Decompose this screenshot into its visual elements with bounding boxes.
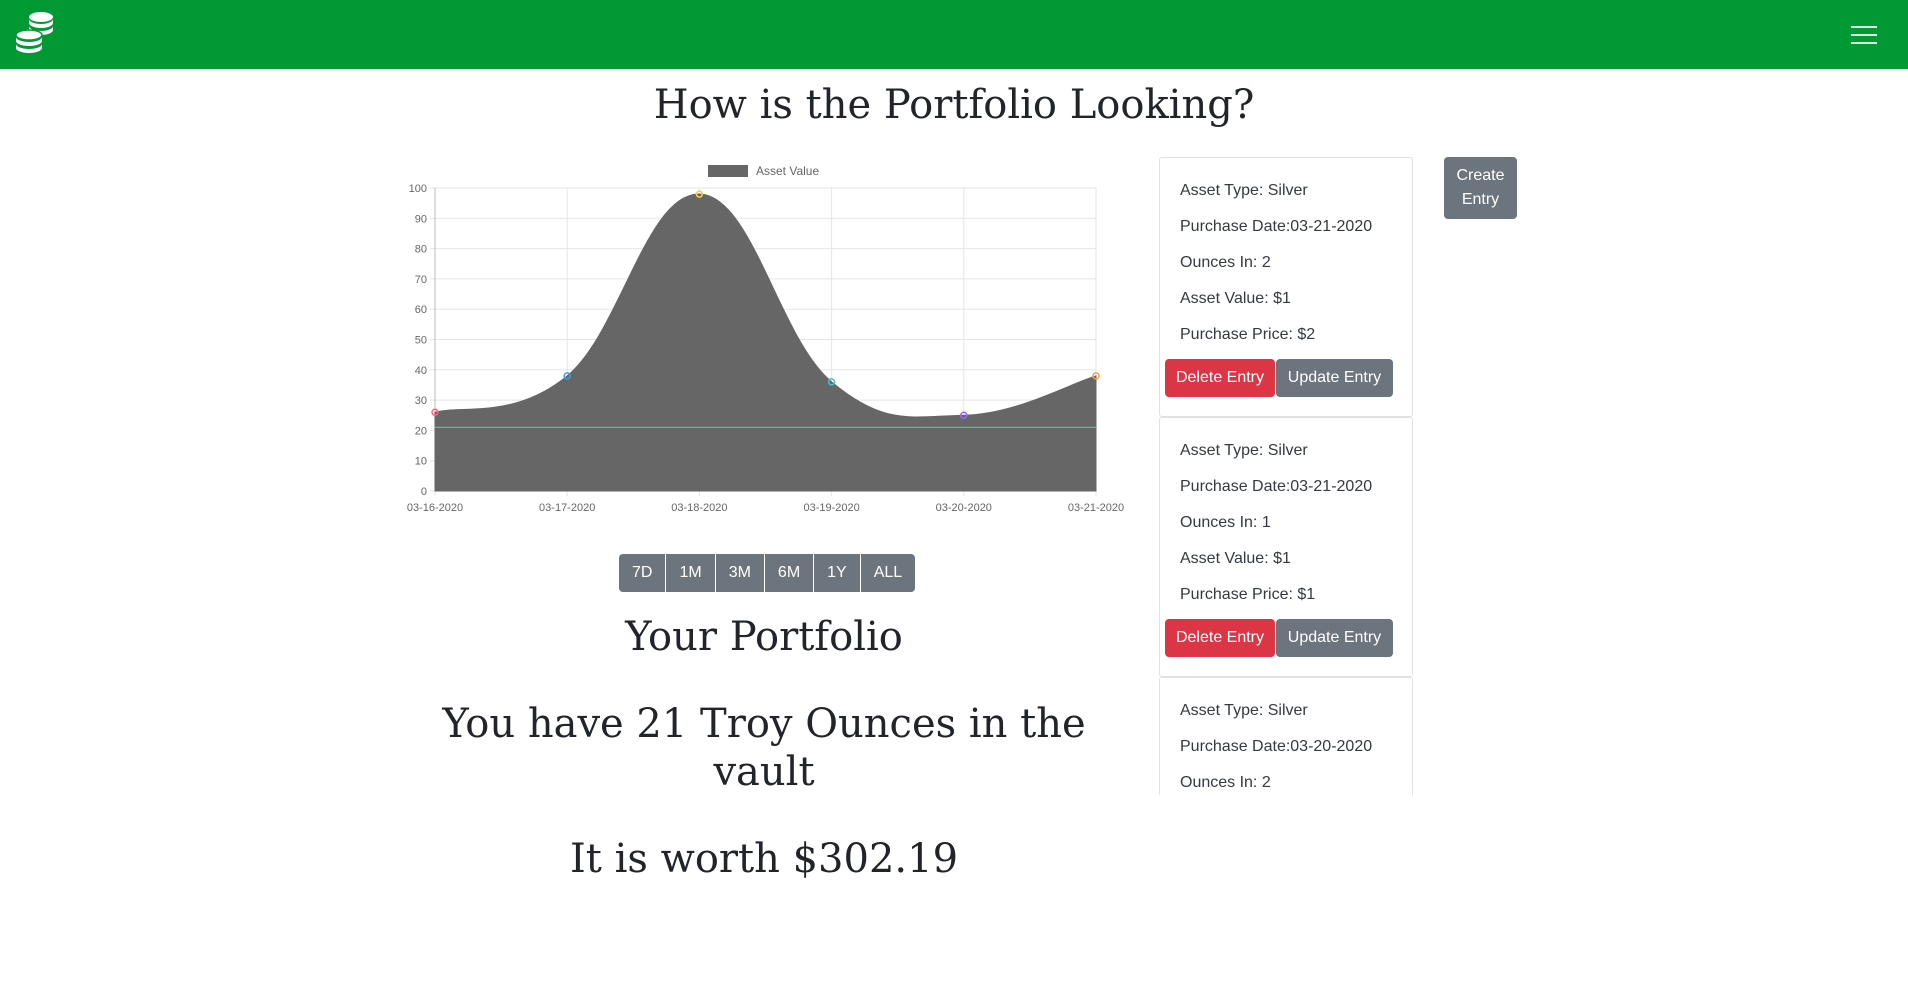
entry-asset-value: Asset Value: $1 [1180,550,1291,567]
y-tick-label: 40 [415,365,427,377]
entry-ounces: Ounces In: 2 [1180,774,1271,791]
time-range-button-group: 7D 1M 3M 6M 1Y ALL [619,554,916,592]
y-tick-label: 10 [415,456,427,468]
range-all-button[interactable]: ALL [860,554,916,592]
entry-purchase-date: Purchase Date:03-21-2020 [1180,218,1373,235]
x-tick-label: 03-18-2020 [671,502,727,514]
page-title: How is the Portfolio Looking? [653,82,1255,128]
y-tick-label: 90 [415,213,427,225]
create-entry-label-line1: Create [1456,167,1505,184]
coins-stack-icon[interactable] [13,11,57,55]
y-tick-label: 80 [415,244,427,256]
y-tick-label: 50 [415,335,427,347]
entry-purchase-price: Purchase Price: $2 [1180,326,1316,343]
range-7d-button[interactable]: 7D [619,554,666,592]
entry-asset-type: Asset Type: Silver [1180,442,1308,459]
entry-card: Asset Type: Silver Purchase Date:03-20-2… [1159,677,1413,795]
legend-swatch [708,165,748,177]
hamburger-menu-icon[interactable] [1848,21,1880,49]
ounces-summary: You have 21 Troy Ounces in the vault [400,700,1128,796]
update-entry-button[interactable]: Update Entry [1276,359,1393,397]
entry-card: Asset Type: Silver Purchase Date:03-21-2… [1159,417,1413,677]
portfolio-heading: Your Portfolio [625,614,903,660]
entry-asset-type: Asset Type: Silver [1180,182,1308,199]
create-entry-button[interactable]: Create Entry [1444,157,1517,219]
portfolio-worth: It is worth $302.19 [569,836,959,882]
y-tick-label: 60 [415,304,427,316]
y-tick-label: 20 [415,425,427,437]
delete-entry-button[interactable]: Delete Entry [1165,359,1275,397]
x-tick-label: 03-20-2020 [936,502,992,514]
x-tick-label: 03-21-2020 [1068,502,1124,514]
ounces-summary-line1: You have 21 Troy Ounces in the [442,701,1086,747]
range-1m-button[interactable]: 1M [666,554,715,592]
range-3m-button[interactable]: 3M [715,554,764,592]
entry-ounces: Ounces In: 2 [1180,254,1271,271]
x-tick-label: 03-19-2020 [803,502,859,514]
legend-label: Asset Value [756,164,819,178]
entry-asset-value: Asset Value: $1 [1180,290,1291,307]
delete-entry-button[interactable]: Delete Entry [1165,619,1275,657]
y-tick-label: 30 [415,395,427,407]
y-tick-label: 0 [421,486,427,498]
navbar [0,0,1908,69]
asset-value-area [434,193,1097,492]
range-6m-button[interactable]: 6M [764,554,814,592]
entry-asset-type: Asset Type: Silver [1180,702,1308,719]
ounces-summary-line2: vault [713,749,815,795]
entry-purchase-date: Purchase Date:03-20-2020 [1180,738,1373,755]
entry-purchase-date: Purchase Date:03-21-2020 [1180,478,1373,495]
x-tick-label: 03-16-2020 [407,502,463,514]
entry-purchase-price: Purchase Price: $1 [1180,586,1316,603]
asset-value-chart: 0 10 20 30 40 50 60 70 80 90 100 03-16-2020 03-17-20… [400,157,1140,523]
range-1y-button[interactable]: 1Y [814,554,860,592]
entry-card: Asset Type: Silver Purchase Date:03-21-2… [1159,157,1413,417]
create-entry-label-line2: Entry [1461,191,1500,208]
y-tick-label: 70 [415,274,427,286]
x-tick-label: 03-17-2020 [539,502,595,514]
update-entry-button[interactable]: Update Entry [1276,619,1393,657]
entries-list[interactable]: Asset Type: Silver Purchase Date:03-21-2… [1159,157,1415,795]
entry-ounces: Ounces In: 1 [1180,514,1271,531]
y-tick-label: 100 [409,183,427,195]
